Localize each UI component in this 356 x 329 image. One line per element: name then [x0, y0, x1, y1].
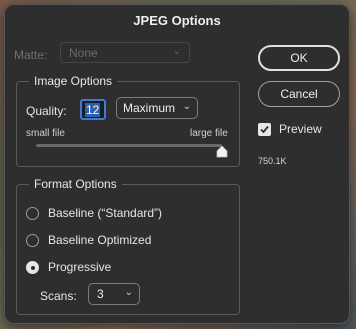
- scans-select[interactable]: 3 ⌄: [88, 283, 140, 305]
- radio-button[interactable]: [26, 234, 39, 247]
- preview-checkbox[interactable]: [258, 123, 271, 136]
- format-options-title: Format Options: [29, 177, 122, 191]
- radio-label: Baseline (“Standard”): [48, 206, 163, 220]
- small-file-label: small file: [26, 128, 65, 139]
- ok-button[interactable]: OK: [258, 45, 340, 71]
- quality-label: Quality:: [26, 104, 67, 118]
- radio-button[interactable]: [26, 261, 39, 274]
- quality-preset-value: Maximum: [123, 101, 176, 115]
- radio-label: Progressive: [48, 260, 112, 274]
- quality-value: 12: [85, 103, 101, 117]
- quality-preset-select[interactable]: Maximum ⌄: [116, 97, 198, 119]
- chevron-down-icon: ⌄: [172, 46, 181, 57]
- preview-label: Preview: [279, 122, 322, 136]
- radio-button[interactable]: [26, 207, 39, 220]
- image-options-title: Image Options: [29, 74, 118, 88]
- scans-value: 3: [97, 287, 104, 301]
- file-size-readout: 750.1K: [258, 156, 287, 166]
- quality-slider-track[interactable]: [36, 144, 222, 147]
- matte-select: None ⌄: [60, 42, 190, 63]
- dialog-title: JPEG Options: [133, 13, 221, 28]
- cancel-button[interactable]: Cancel: [258, 81, 340, 107]
- image-options-group: [16, 81, 240, 167]
- large-file-label: large file: [190, 128, 228, 139]
- jpeg-options-dialog: JPEG Options Matte: None ⌄ OK Cancel Ima…: [4, 4, 350, 324]
- quality-slider-thumb[interactable]: [216, 145, 228, 158]
- chevron-down-icon: ⌄: [124, 287, 133, 298]
- quality-input[interactable]: 12: [80, 99, 106, 120]
- scans-label: Scans:: [40, 289, 77, 303]
- checkmark-icon: [260, 125, 269, 134]
- matte-value: None: [69, 46, 98, 60]
- radio-label: Baseline Optimized: [48, 233, 152, 247]
- matte-label: Matte:: [14, 48, 48, 62]
- chevron-down-icon: ⌄: [182, 101, 191, 112]
